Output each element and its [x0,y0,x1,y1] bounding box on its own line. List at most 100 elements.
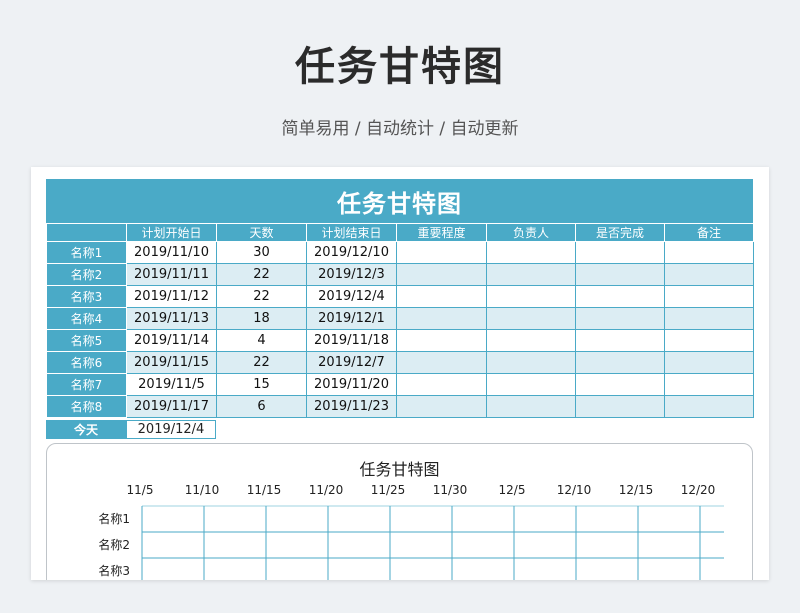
x-tick-label: 11/10 [185,483,220,497]
empty-cell[interactable] [486,263,576,286]
empty-cell[interactable] [396,263,487,286]
days-cell[interactable]: 22 [216,285,307,308]
x-tick-label: 11/25 [371,483,406,497]
start-date-cell[interactable]: 2019/11/5 [126,373,217,396]
end-date-cell[interactable]: 2019/11/23 [306,395,397,418]
end-date-cell[interactable]: 2019/12/7 [306,351,397,374]
empty-cell[interactable] [396,329,487,352]
row-name-cell[interactable]: 名称3 [46,285,127,308]
days-cell[interactable]: 22 [216,263,307,286]
table-row: 名称6 2019/11/15 22 2019/12/7 [46,351,754,374]
table-row: 名称5 2019/11/14 4 2019/11/18 [46,329,754,352]
empty-cell[interactable] [575,373,665,396]
empty-cell[interactable] [664,329,754,352]
x-tick-label: 11/30 [433,483,468,497]
today-value[interactable]: 2019/12/4 [126,420,216,439]
end-date-cell[interactable]: 2019/12/4 [306,285,397,308]
start-date-cell[interactable]: 2019/11/12 [126,285,217,308]
sheet-banner-title: 任务甘特图 [46,179,753,223]
x-tick-label: 12/20 [681,483,716,497]
table-row: 名称4 2019/11/13 18 2019/12/1 [46,307,754,330]
empty-cell[interactable] [664,395,754,418]
row-name-cell[interactable]: 名称6 [46,351,127,374]
page-subtitle: 简单易用 / 自动统计 / 自动更新 [281,119,519,139]
days-cell[interactable]: 22 [216,351,307,374]
x-tick-label: 12/15 [619,483,654,497]
x-tick-label: 11/5 [127,483,154,497]
page-title: 任务甘特图 [295,44,505,90]
gantt-chart-svg: 11/5 11/10 11/15 11/20 11/25 11/30 12/5 12/10 12… [98,483,724,580]
today-row: 今天 2019/12/4 [46,420,216,439]
empty-cell[interactable] [575,351,665,374]
row-name-cell[interactable]: 名称2 [46,263,127,286]
end-date-cell[interactable]: 2019/12/3 [306,263,397,286]
spreadsheet-preview: 任务甘特图 计划开始日 天数 计划结束日 重要程度 负责人 是否完成 备注 名称… [31,167,769,580]
table-row: 名称7 2019/11/5 15 2019/11/20 [46,373,754,396]
empty-cell[interactable] [396,395,487,418]
row-name-cell[interactable]: 名称8 [46,395,127,418]
empty-cell[interactable] [575,285,665,308]
empty-cell[interactable] [486,241,576,264]
empty-cell[interactable] [396,351,487,374]
start-date-cell[interactable]: 2019/11/13 [126,307,217,330]
column-header-start: 计划开始日 [126,223,217,242]
days-cell[interactable]: 18 [216,307,307,330]
table-header-row: 计划开始日 天数 计划结束日 重要程度 负责人 是否完成 备注 [46,223,754,242]
empty-cell[interactable] [486,395,576,418]
empty-cell[interactable] [664,241,754,264]
empty-cell[interactable] [664,351,754,374]
empty-cell[interactable] [486,285,576,308]
start-date-cell[interactable]: 2019/11/15 [126,351,217,374]
x-tick-label: 11/15 [247,483,282,497]
end-date-cell[interactable]: 2019/12/10 [306,241,397,264]
x-tick-label: 11/20 [309,483,344,497]
empty-cell[interactable] [486,373,576,396]
row-name-cell[interactable]: 名称5 [46,329,127,352]
empty-cell[interactable] [664,263,754,286]
column-header-importance: 重要程度 [396,223,487,242]
start-date-cell[interactable]: 2019/11/10 [126,241,217,264]
column-header-end: 计划结束日 [306,223,397,242]
empty-cell[interactable] [575,395,665,418]
category-label: 名称3 [98,563,130,578]
empty-cell[interactable] [664,285,754,308]
empty-cell[interactable] [664,307,754,330]
table-row: 名称2 2019/11/11 22 2019/12/3 [46,263,754,286]
days-cell[interactable]: 15 [216,373,307,396]
start-date-cell[interactable]: 2019/11/14 [126,329,217,352]
table-row: 名称1 2019/11/10 30 2019/12/10 [46,241,754,264]
empty-cell[interactable] [486,351,576,374]
empty-cell[interactable] [575,241,665,264]
empty-cell[interactable] [396,241,487,264]
table-row: 名称3 2019/11/12 22 2019/12/4 [46,285,754,308]
start-date-cell[interactable]: 2019/11/11 [126,263,217,286]
days-cell[interactable]: 4 [216,329,307,352]
empty-cell[interactable] [396,373,487,396]
empty-cell[interactable] [575,263,665,286]
table-row: 名称8 2019/11/17 6 2019/11/23 [46,395,754,418]
column-header-done: 是否完成 [575,223,665,242]
category-label: 名称1 [98,511,130,526]
empty-cell[interactable] [486,329,576,352]
end-date-cell[interactable]: 2019/11/18 [306,329,397,352]
empty-cell[interactable] [575,329,665,352]
days-cell[interactable]: 6 [216,395,307,418]
row-name-cell[interactable]: 名称1 [46,241,127,264]
row-name-cell[interactable]: 名称7 [46,373,127,396]
column-header-owner: 负责人 [486,223,576,242]
row-name-cell[interactable]: 名称4 [46,307,127,330]
empty-cell[interactable] [396,307,487,330]
empty-cell[interactable] [396,285,487,308]
empty-cell[interactable] [664,373,754,396]
column-header-notes: 备注 [664,223,754,242]
end-date-cell[interactable]: 2019/12/1 [306,307,397,330]
column-header-days: 天数 [216,223,307,242]
empty-cell[interactable] [575,307,665,330]
column-header [46,223,127,242]
gantt-chart: 任务甘特图 11/5 11/10 11/15 11/20 11/25 11/30 12/5 1… [46,443,753,580]
start-date-cell[interactable]: 2019/11/17 [126,395,217,418]
end-date-cell[interactable]: 2019/11/20 [306,373,397,396]
empty-cell[interactable] [486,307,576,330]
category-label: 名称2 [98,537,130,552]
days-cell[interactable]: 30 [216,241,307,264]
